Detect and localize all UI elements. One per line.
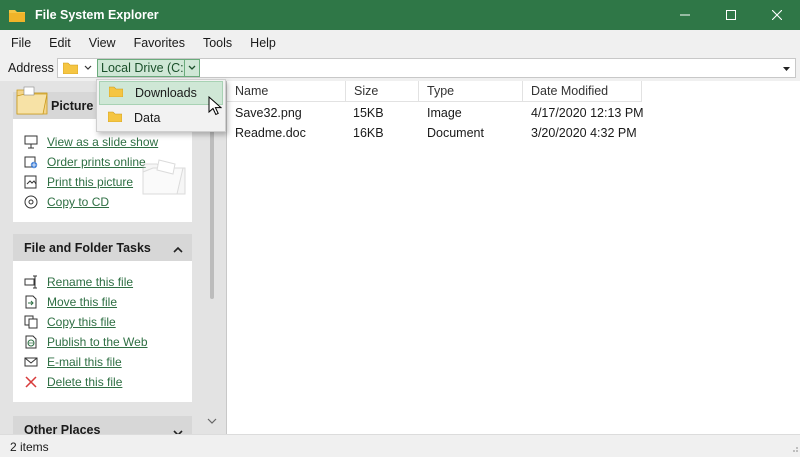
delete-icon [23, 374, 39, 390]
column-header-size[interactable]: Size [346, 81, 419, 102]
column-label: Name [235, 84, 269, 98]
maximize-button[interactable] [708, 0, 754, 30]
cd-icon [23, 194, 39, 210]
file-name: Readme.doc [235, 126, 306, 140]
file-modified: 4/17/2020 12:13 PM [531, 106, 644, 120]
column-header-type[interactable]: Type [419, 81, 523, 102]
task-label: Order prints online [47, 155, 146, 169]
status-item-count: 2 items [10, 440, 49, 454]
menu-edit[interactable]: Edit [40, 36, 80, 50]
minimize-button[interactable] [662, 0, 708, 30]
file-type: Document [427, 126, 484, 140]
dropdown-item-label: Downloads [135, 86, 197, 100]
window-title: File System Explorer [35, 8, 159, 22]
other-places-panel: Other Places [13, 416, 192, 434]
move-icon [23, 294, 39, 310]
maximize-icon [726, 10, 736, 20]
task-delete-file[interactable]: Delete this file [23, 374, 122, 390]
chevron-down-icon[interactable] [173, 426, 183, 434]
column-header-name[interactable]: Name [227, 81, 346, 102]
mouse-cursor-icon [208, 95, 223, 119]
task-pane: Picture T View as a slide show Order pri… [0, 81, 226, 434]
rename-icon [23, 274, 39, 290]
menu-tools[interactable]: Tools [194, 36, 241, 50]
task-pane-scrollbar[interactable] [205, 81, 219, 434]
picture-watermark-icon [141, 154, 187, 199]
address-bar: Address Local Drive (C:) [0, 56, 800, 81]
other-places-header[interactable]: Other Places [13, 416, 192, 434]
breadcrumb-dropdown-button[interactable] [184, 59, 200, 77]
task-label: View as a slide show [47, 135, 159, 149]
task-label: Copy to CD [47, 195, 110, 209]
menu-bar: File Edit View Favorites Tools Help [0, 30, 800, 56]
title-bar[interactable]: File System Explorer [0, 0, 800, 30]
file-size: 16KB [353, 126, 384, 140]
file-list: Name Size Type Date Modified Save32.png … [227, 81, 800, 434]
folder-icon [15, 86, 49, 119]
task-order-prints[interactable]: Order prints online [23, 154, 146, 170]
file-size: 15KB [353, 106, 384, 120]
address-field[interactable]: Local Drive (C:) [57, 58, 796, 78]
other-places-title: Other Places [24, 422, 101, 435]
resize-grip[interactable] [789, 442, 799, 456]
close-button[interactable] [754, 0, 800, 30]
menu-favorites[interactable]: Favorites [125, 36, 194, 50]
menu-help[interactable]: Help [241, 36, 285, 50]
print-icon [23, 174, 39, 190]
menu-file[interactable]: File [2, 36, 40, 50]
task-view-slideshow[interactable]: View as a slide show [23, 134, 158, 150]
file-type: Image [427, 106, 462, 120]
file-row[interactable]: Save32.png 15KB Image 4/17/2020 12:13 PM [227, 103, 800, 123]
menu-view[interactable]: View [80, 36, 125, 50]
close-icon [772, 10, 782, 20]
dropdown-item-label: Data [134, 111, 161, 125]
folder-icon [108, 86, 124, 100]
task-label: Copy this file [47, 315, 116, 329]
file-folder-tasks-panel: File and Folder Tasks Rename this file M… [13, 234, 192, 402]
task-move-file[interactable]: Move this file [23, 294, 117, 310]
minimize-icon [680, 14, 690, 16]
folder-icon [62, 62, 79, 77]
task-print-picture[interactable]: Print this picture [23, 174, 133, 190]
task-label: Rename this file [47, 275, 134, 289]
address-history-dropdown[interactable] [782, 63, 791, 77]
chevron-up-icon[interactable] [173, 243, 183, 257]
copy-icon [23, 314, 39, 330]
publish-icon [23, 334, 39, 350]
address-label: Address [8, 61, 54, 75]
task-rename-file[interactable]: Rename this file [23, 274, 133, 290]
file-row[interactable]: Readme.doc 16KB Document 3/20/2020 4:32 … [227, 123, 800, 143]
file-folder-tasks-title: File and Folder Tasks [24, 240, 151, 255]
email-icon [23, 354, 39, 370]
folder-icon [107, 111, 123, 125]
folder-icon [9, 9, 25, 22]
status-bar: 2 items [0, 434, 800, 457]
breadcrumb-dropdown-menu: Downloads Data [96, 79, 226, 132]
task-label: E-mail this file [47, 355, 122, 369]
file-name: Save32.png [235, 106, 302, 120]
breadcrumb-local-drive[interactable]: Local Drive (C:) [97, 59, 192, 77]
column-header-date-modified[interactable]: Date Modified [523, 81, 642, 102]
file-modified: 3/20/2020 4:32 PM [531, 126, 637, 140]
file-folder-tasks-header[interactable]: File and Folder Tasks [13, 234, 192, 261]
task-publish-web[interactable]: Publish to the Web [23, 334, 148, 350]
task-copy-to-cd[interactable]: Copy to CD [23, 194, 109, 210]
slideshow-icon [23, 134, 39, 150]
task-label: Print this picture [47, 175, 134, 189]
dropdown-item-data[interactable]: Data [99, 106, 223, 130]
column-label: Date Modified [531, 84, 609, 98]
column-label: Type [427, 84, 455, 98]
chevron-down-icon[interactable] [206, 415, 218, 429]
task-copy-file[interactable]: Copy this file [23, 314, 116, 330]
order-prints-icon [23, 154, 39, 170]
task-label: Move this file [47, 295, 118, 309]
task-label: Publish to the Web [47, 335, 148, 349]
column-label: Size [354, 84, 379, 98]
task-email-file[interactable]: E-mail this file [23, 354, 122, 370]
chevron-down-icon [783, 67, 790, 71]
chevron-down-icon[interactable] [83, 61, 93, 78]
chevron-down-icon [188, 65, 196, 70]
task-label: Delete this file [47, 375, 123, 389]
dropdown-item-downloads[interactable]: Downloads [99, 81, 223, 105]
